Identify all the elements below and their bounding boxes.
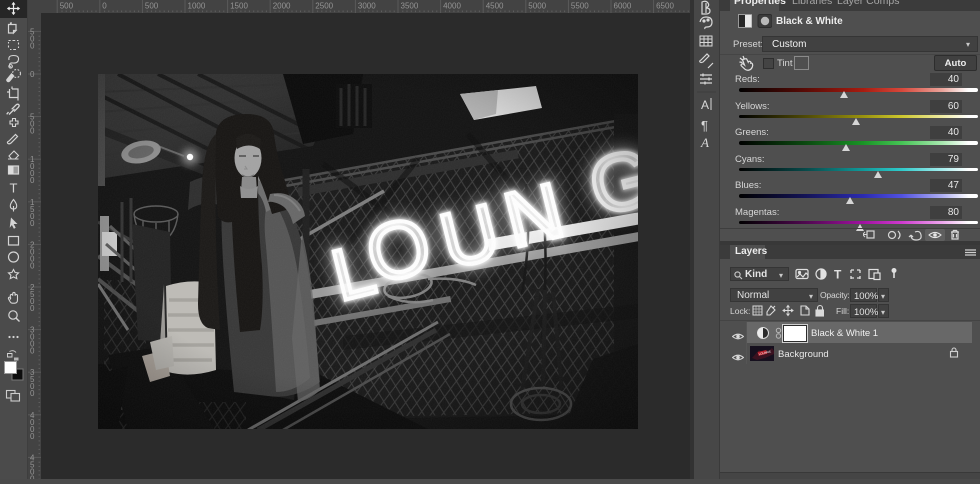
svg-text:4500: 4500 [486, 2, 504, 11]
svg-text:0: 0 [30, 347, 35, 356]
svg-text:0: 0 [30, 389, 35, 398]
svg-text:2000: 2000 [273, 2, 291, 11]
svg-text:0: 0 [30, 304, 35, 313]
svg-text:1500: 1500 [230, 2, 248, 11]
svg-text:0: 0 [30, 127, 35, 136]
svg-text:¶: ¶ [701, 118, 708, 133]
svg-text:500: 500 [145, 2, 159, 11]
svg-text:0: 0 [30, 474, 35, 479]
svg-text:T: T [834, 268, 842, 282]
svg-text:A: A [701, 98, 709, 112]
svg-text:0: 0 [30, 176, 35, 185]
svg-text:0: 0 [30, 41, 35, 50]
svg-text:3500: 3500 [401, 2, 419, 11]
svg-text:5000: 5000 [528, 2, 546, 11]
svg-text:5500: 5500 [571, 2, 589, 11]
svg-text:0: 0 [30, 432, 35, 441]
svg-text:0: 0 [102, 2, 107, 11]
svg-text:T: T [10, 181, 18, 196]
svg-text:A: A [700, 135, 709, 150]
svg-text:1000: 1000 [188, 2, 206, 11]
svg-text:2500: 2500 [315, 2, 333, 11]
svg-text:0: 0 [30, 219, 35, 228]
svg-text:3000: 3000 [358, 2, 376, 11]
svg-text:4000: 4000 [443, 2, 461, 11]
svg-text:6000: 6000 [614, 2, 632, 11]
svg-text:6500: 6500 [656, 2, 674, 11]
svg-text:500: 500 [60, 2, 74, 11]
svg-text:0: 0 [30, 261, 35, 270]
svg-text:0: 0 [30, 70, 35, 79]
